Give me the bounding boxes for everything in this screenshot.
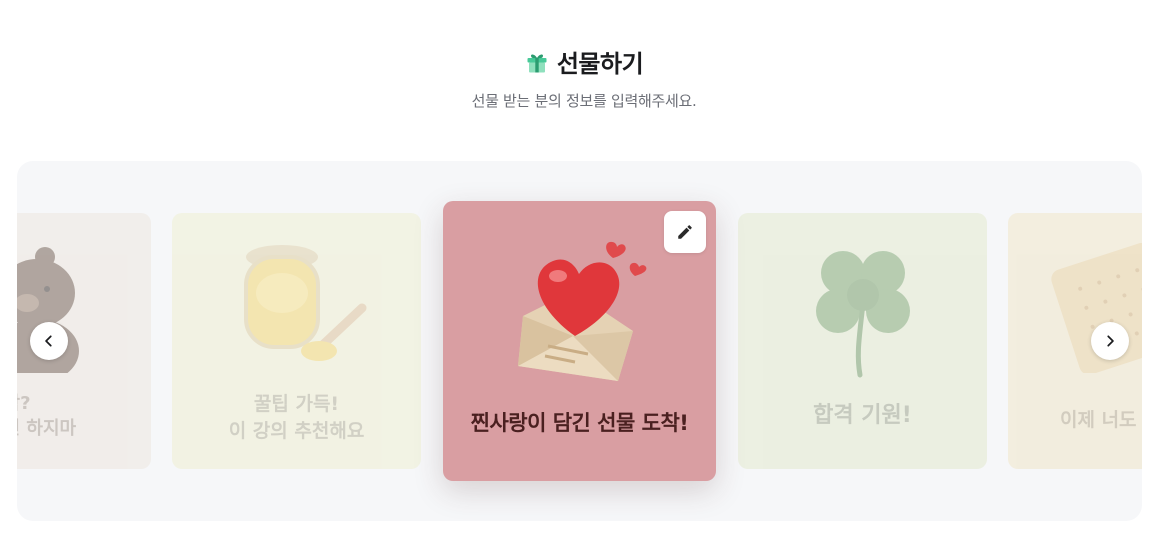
gift-card-clover[interactable]: 합격 기원! bbox=[738, 213, 987, 469]
edit-card-button[interactable] bbox=[664, 211, 706, 253]
honey-jar-icon bbox=[244, 245, 367, 361]
page-subtitle: 선물 받는 분의 정보를 입력해주세요. bbox=[471, 92, 697, 110]
carousel-next-button[interactable] bbox=[1091, 322, 1129, 360]
gift-icon bbox=[527, 54, 547, 72]
carousel-prev-button[interactable] bbox=[30, 322, 68, 360]
heart-envelope-icon bbox=[518, 241, 647, 381]
title-row: 선물하기 bbox=[0, 44, 1168, 79]
card-message: 시작? 다긴 하지마 bbox=[17, 393, 77, 440]
gift-card-honey[interactable]: 꿀팁 가득! 이 강의 추천해요 bbox=[172, 213, 421, 469]
four-leaf-clover-icon bbox=[816, 251, 910, 378]
card-message: 꿀팁 가득! 이 강의 추천해요 bbox=[228, 393, 365, 442]
gift-card-love-selected[interactable]: 찐사랑이 담긴 선물 도착! bbox=[443, 201, 716, 481]
card-message: 이제 너도 bbox=[1060, 409, 1137, 431]
chevron-left-icon bbox=[45, 335, 52, 347]
page-title: 선물하기 bbox=[556, 50, 644, 78]
gift-card-carousel: 시작? 다긴 하지마 꿀팁 가득! 이 강의 추천해요 bbox=[17, 161, 1142, 521]
card-message: 찐사랑이 담긴 선물 도착! bbox=[470, 411, 689, 435]
card-message: 합격 기원! bbox=[813, 403, 912, 428]
chevron-right-icon bbox=[1107, 335, 1114, 347]
pencil-icon bbox=[678, 225, 692, 239]
gift-page: 선물하기 선물 받는 분의 정보를 입력해주세요. 시작? 다긴 하지마 bbox=[0, 0, 1168, 539]
